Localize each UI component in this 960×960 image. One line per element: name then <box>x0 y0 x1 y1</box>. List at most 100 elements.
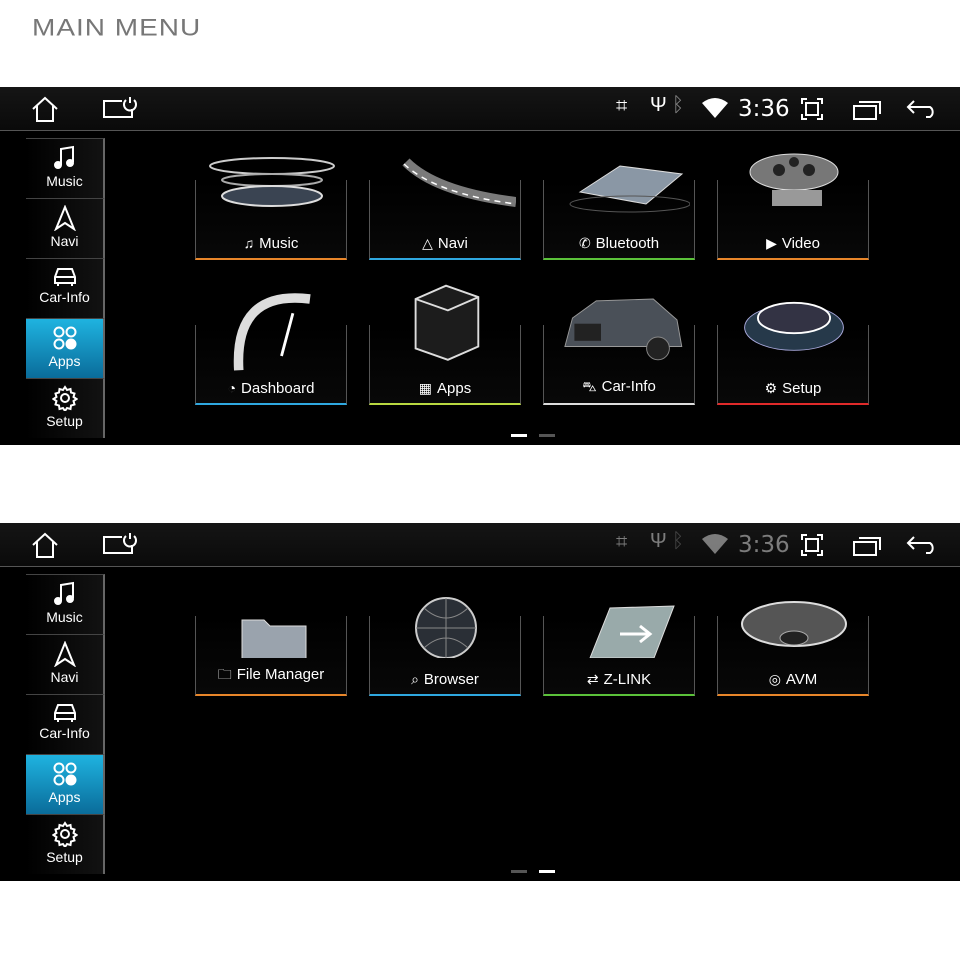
app-artwork <box>233 293 311 371</box>
sidebar-item-navi[interactable]: Navi <box>26 198 105 258</box>
bluetooth-icon: ᛒ <box>672 530 684 552</box>
sidebar-item-navi[interactable]: Navi <box>26 634 105 694</box>
screen-page-1: ⌗ Ψ ᛒ 3:36 Music Navi Car-Info Apps Setup ♫ M… <box>0 87 960 445</box>
sidebar-item-label: Car-Info <box>39 289 90 305</box>
sidebar-item-label: Navi <box>50 233 79 249</box>
app-artwork <box>415 597 477 658</box>
app-artwork <box>209 157 335 207</box>
home-icon[interactable] <box>30 531 60 559</box>
page-title: MAIN MENU <box>32 14 202 41</box>
app-tile-bluetooth[interactable]: ✆ Bluetooth <box>543 165 695 260</box>
app-tile-avm[interactable]: ◎ AVM <box>717 601 869 696</box>
power-screen-icon[interactable] <box>102 95 138 121</box>
sidebar-item-apps[interactable]: Apps <box>26 754 105 814</box>
app-tile-music[interactable]: ♫ Music <box>195 157 347 260</box>
apps-grid-icon <box>26 325 103 351</box>
folder-icon: 🗀 <box>217 666 232 682</box>
speedometer-icon: ◔ <box>227 380 237 396</box>
sidebar-item-label: Car-Info <box>39 725 90 741</box>
sidebar-item-label: Apps <box>48 353 81 369</box>
sidebar: Music Navi Car-Info Apps Setup <box>26 138 105 438</box>
app-tile-label: Dashboard <box>241 380 315 397</box>
cast-icon: ⌗ <box>616 95 628 117</box>
app-tile-label: File Manager <box>236 666 325 683</box>
home-icon[interactable] <box>30 95 60 123</box>
navigation-arrow-icon <box>26 205 103 231</box>
car-icon: ⛍ <box>582 378 597 394</box>
gear-icon <box>26 385 103 411</box>
search-icon: ⌕ <box>411 671 419 687</box>
app-tile-browser[interactable]: ⌕ Browser <box>369 597 521 696</box>
usb-icon: Ψ <box>650 530 667 552</box>
app-tile-label: Music <box>259 235 299 252</box>
page-dot[interactable] <box>539 870 555 873</box>
page-dot[interactable] <box>511 434 527 437</box>
gear-icon: ⚙ <box>764 380 778 396</box>
gear-icon <box>26 821 103 847</box>
status-bar: ⌗ Ψ ᛒ 3:36 <box>0 523 960 567</box>
app-tile-car-info[interactable]: ⛍ Car-Info <box>543 298 695 405</box>
sidebar-item-car-info[interactable]: Car-Info <box>26 694 105 754</box>
clock: 3:36 <box>738 532 790 558</box>
navigation-arrow-icon <box>26 641 103 667</box>
app-artwork <box>414 284 480 361</box>
sidebar-item-music[interactable]: Music <box>26 138 105 198</box>
app-tile-navi[interactable]: △ Navi <box>369 158 521 260</box>
sidebar-item-label: Music <box>46 173 83 189</box>
app-artwork <box>402 158 516 207</box>
page-dot[interactable] <box>511 870 527 873</box>
sidebar-item-label: Setup <box>46 849 83 865</box>
fullscreen-icon[interactable] <box>800 97 824 121</box>
sidebar-item-music[interactable]: Music <box>26 574 105 634</box>
app-tile-label: Browser <box>423 671 479 688</box>
app-tile-z-link[interactable]: ⇄ Z-LINK <box>543 605 695 696</box>
sidebar-item-label: Setup <box>46 413 83 429</box>
power-screen-icon[interactable] <box>102 531 138 557</box>
navigation-arrow-icon: △ <box>422 235 433 251</box>
app-tile-label: Z-LINK <box>603 671 652 688</box>
sidebar-item-apps[interactable]: Apps <box>26 318 105 378</box>
app-tile-label: AVM <box>785 671 818 688</box>
clock: 3:36 <box>738 96 790 122</box>
app-artwork <box>589 605 675 658</box>
app-tile-label: Setup <box>782 380 822 397</box>
sidebar: Music Navi Car-Info Apps Setup <box>26 574 105 874</box>
sidebar-item-setup[interactable]: Setup <box>26 378 105 438</box>
sync-icon: ⇄ <box>586 671 599 687</box>
app-tile-video[interactable]: ▶ Video <box>717 153 869 260</box>
app-artwork <box>749 153 839 206</box>
app-tile-setup[interactable]: ⚙ Setup <box>717 301 869 405</box>
fullscreen-icon[interactable] <box>800 533 824 557</box>
app-tile-label: Car-Info <box>601 378 656 395</box>
app-artwork <box>744 301 844 351</box>
page-dot[interactable] <box>539 434 555 437</box>
app-tile-file-manager[interactable]: 🗀 File Manager <box>195 616 347 696</box>
recent-apps-icon[interactable] <box>852 99 882 121</box>
wifi-icon <box>702 98 728 118</box>
sidebar-item-label: Music <box>46 609 83 625</box>
app-tile-apps[interactable]: ▦ Apps <box>369 284 521 405</box>
music-note-icon <box>26 581 103 607</box>
back-icon[interactable] <box>906 535 938 555</box>
sidebar-item-setup[interactable]: Setup <box>26 814 105 874</box>
play-icon: ▶ <box>766 235 777 251</box>
wifi-icon <box>702 534 728 554</box>
app-tile-label: Navi <box>437 235 468 252</box>
back-icon[interactable] <box>906 99 938 119</box>
sidebar-item-label: Navi <box>50 669 79 685</box>
app-tile-dashboard[interactable]: ◔ Dashboard <box>195 293 347 405</box>
car-icon <box>26 701 103 723</box>
cast-icon: ⌗ <box>616 531 628 553</box>
screen-page-2: ⌗ Ψ ᛒ 3:36 Music Navi Car-Info Apps Setup 🗀 F… <box>0 523 960 881</box>
sidebar-item-car-info[interactable]: Car-Info <box>26 258 105 318</box>
app-artwork <box>569 165 690 213</box>
bluetooth-icon: ᛒ <box>672 94 684 116</box>
recent-apps-icon[interactable] <box>852 535 882 557</box>
page-indicator <box>511 424 567 442</box>
app-tile-label: Video <box>781 235 820 252</box>
car-icon <box>26 265 103 287</box>
camera-icon: ◎ <box>768 671 781 687</box>
music-note-icon: ♫ <box>243 235 255 251</box>
app-artwork <box>741 601 847 647</box>
apps-grid-icon: ▦ <box>418 380 433 396</box>
